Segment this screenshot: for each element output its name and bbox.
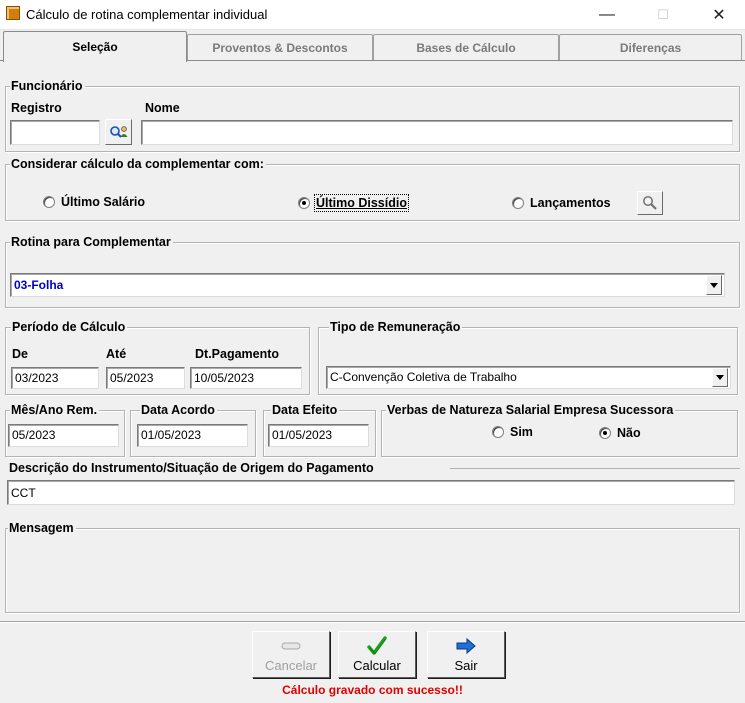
calcular-button[interactable]: Calcular bbox=[338, 631, 416, 678]
radio-ultimo-salario-label: Último Salário bbox=[61, 195, 146, 209]
remuneracao-dropdown-button[interactable] bbox=[712, 368, 728, 387]
radio-lancamentos-label: Lançamentos bbox=[530, 196, 611, 210]
verbas-group bbox=[381, 410, 738, 457]
verbas-group-label: Verbas de Natureza Salarial Empresa Suce… bbox=[386, 403, 676, 417]
rotina-group-label: Rotina para Complementar bbox=[10, 235, 173, 249]
data-pagamento-input[interactable]: 10/05/2023 bbox=[190, 367, 302, 389]
minimize-button[interactable]: — bbox=[584, 0, 630, 30]
search-employee-button[interactable] bbox=[105, 119, 132, 145]
considerar-group-label: Considerar cálculo da complementar com: bbox=[10, 157, 266, 171]
lancamentos-search-button[interactable] bbox=[637, 191, 663, 215]
nome-input[interactable] bbox=[141, 120, 733, 145]
sair-label: Sair bbox=[454, 658, 478, 673]
data-acordo-group-label: Data Acordo bbox=[140, 403, 217, 417]
data-acordo-input[interactable]: 01/05/2023 bbox=[137, 424, 248, 447]
radio-verbas-sim-label: Sim bbox=[510, 425, 533, 439]
radio-ultimo-dissidio[interactable]: Último Dissídio bbox=[298, 194, 409, 212]
chevron-down-icon bbox=[716, 375, 724, 380]
status-message: Cálculo gravado com sucesso!! bbox=[282, 683, 463, 697]
radio-circle bbox=[43, 196, 55, 208]
descricao-label: Descrição do Instrumento/Situação de Ori… bbox=[8, 461, 376, 475]
periodo-ate-input[interactable]: 05/2023 bbox=[106, 367, 185, 389]
dt-pagamento-label: Dt.Pagamento bbox=[195, 347, 280, 361]
mensagem-area bbox=[7, 540, 737, 610]
checkmark-icon bbox=[367, 636, 387, 655]
data-efeito-group-label: Data Efeito bbox=[271, 403, 340, 417]
radio-verbas-nao[interactable]: Não bbox=[599, 426, 641, 440]
cancelar-label: Cancelar bbox=[264, 658, 318, 673]
mes-ano-group-label: Mês/Ano Rem. bbox=[10, 403, 100, 417]
registro-input[interactable] bbox=[10, 120, 100, 145]
magnifier-icon bbox=[643, 196, 657, 210]
radio-ultimo-dissidio-label: Último Dissídio bbox=[314, 194, 409, 212]
arrow-right-icon bbox=[456, 637, 476, 655]
radio-ultimo-salario[interactable]: Último Salário bbox=[43, 195, 145, 209]
mensagem-group-label: Mensagem bbox=[8, 521, 76, 535]
tab-proventos-descontos[interactable]: Proventos & Descontos bbox=[187, 34, 373, 60]
rotina-select[interactable]: 03-Folha bbox=[10, 273, 725, 297]
nome-label: Nome bbox=[145, 101, 180, 115]
radio-circle bbox=[492, 426, 504, 438]
radio-verbas-sim[interactable]: Sim bbox=[492, 425, 533, 439]
tab-selecao[interactable]: Seleção bbox=[3, 31, 187, 62]
close-button[interactable]: ✕ bbox=[696, 0, 742, 30]
window-title: Cálculo de rotina complementar individua… bbox=[26, 7, 268, 22]
descricao-line bbox=[450, 468, 740, 469]
mes-ano-input[interactable]: 05/2023 bbox=[8, 424, 119, 447]
remuneracao-select[interactable]: C-Convenção Coletiva de Trabalho bbox=[326, 366, 731, 389]
calcular-label: Calcular bbox=[353, 658, 401, 673]
search-person-icon bbox=[109, 126, 127, 138]
radio-verbas-nao-label: Não bbox=[617, 426, 641, 440]
considerar-group bbox=[5, 164, 740, 221]
de-label: De bbox=[12, 347, 28, 361]
radio-lancamentos[interactable]: Lançamentos bbox=[512, 196, 611, 210]
tab-bases-calculo[interactable]: Bases de Cálculo bbox=[373, 34, 559, 60]
periodo-de-input[interactable]: 03/2023 bbox=[11, 367, 99, 389]
data-efeito-input[interactable]: 01/05/2023 bbox=[268, 424, 369, 447]
cancelar-button[interactable]: Cancelar bbox=[252, 631, 330, 678]
eraser-icon bbox=[281, 642, 301, 650]
funcionario-group-label: Funcionário bbox=[10, 79, 85, 93]
radio-circle-selected bbox=[298, 197, 310, 209]
app-icon bbox=[6, 6, 20, 20]
periodo-group-label: Período de Cálculo bbox=[11, 320, 128, 334]
ate-label: Até bbox=[106, 347, 127, 361]
remuneracao-group-label: Tipo de Remuneração bbox=[329, 320, 463, 334]
radio-circle bbox=[512, 197, 524, 209]
registro-label: Registro bbox=[11, 101, 62, 115]
chevron-down-icon bbox=[710, 282, 718, 288]
radio-circle-selected bbox=[599, 427, 611, 439]
descricao-input[interactable]: CCT bbox=[7, 480, 735, 505]
sair-button[interactable]: Sair bbox=[427, 631, 505, 678]
maximize-button[interactable]: ☐ bbox=[640, 0, 686, 30]
rotina-dropdown-button[interactable] bbox=[706, 275, 722, 295]
tab-diferencas[interactable]: Diferenças bbox=[559, 34, 742, 60]
